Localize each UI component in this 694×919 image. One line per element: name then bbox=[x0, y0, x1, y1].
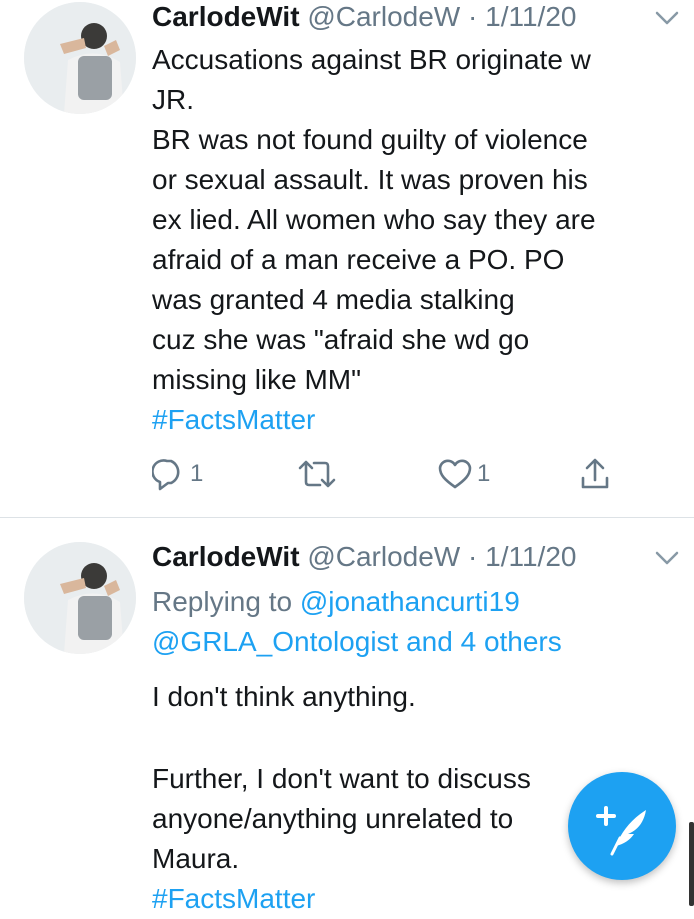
meta-separator: · bbox=[468, 1, 478, 32]
tweet-date[interactable]: 1/11/20 bbox=[485, 1, 576, 32]
hashtag-link[interactable]: #FactsMatter bbox=[152, 879, 672, 919]
tweet-actions: 1 1 bbox=[0, 452, 694, 496]
avatar[interactable] bbox=[24, 542, 136, 654]
tweet-date[interactable]: 1/11/20 bbox=[485, 541, 576, 572]
mention-link[interactable]: @jonathancurti19 bbox=[300, 586, 520, 617]
avatar[interactable] bbox=[24, 2, 136, 114]
like-button[interactable]: 1 bbox=[437, 456, 490, 492]
tweet-text: Accusations against BR originate w JR. B… bbox=[152, 40, 672, 440]
scrollbar[interactable] bbox=[689, 822, 694, 906]
meta-separator: · bbox=[468, 541, 478, 572]
retweet-button[interactable] bbox=[294, 456, 340, 492]
author-name[interactable]: CarlodeWit bbox=[152, 541, 300, 572]
hashtag-link[interactable]: #FactsMatter bbox=[152, 400, 672, 440]
tweet-header: CarlodeWit @CarlodeW · 1/11/20 bbox=[152, 540, 576, 574]
chevron-down-icon[interactable] bbox=[652, 548, 682, 568]
reply-button[interactable]: 1 bbox=[152, 456, 203, 492]
author-handle[interactable]: @CarlodeW bbox=[307, 1, 460, 32]
tweet-body: Accusations against BR originate w JR. B… bbox=[152, 44, 596, 395]
like-count: 1 bbox=[477, 460, 491, 487]
mention-others-link[interactable]: @GRLA_Ontologist and 4 others bbox=[152, 622, 672, 662]
compose-feather-icon bbox=[568, 772, 676, 880]
compose-button[interactable] bbox=[568, 772, 676, 880]
tweet-body-paragraph-1: I don't think anything. bbox=[152, 681, 416, 712]
author-handle[interactable]: @CarlodeW bbox=[307, 541, 460, 572]
replying-to-line: Replying to @jonathancurti19 bbox=[152, 582, 672, 622]
reply-count: 1 bbox=[190, 460, 204, 487]
author-name[interactable]: CarlodeWit bbox=[152, 1, 300, 32]
share-button[interactable] bbox=[578, 456, 612, 492]
chevron-down-icon[interactable] bbox=[652, 8, 682, 28]
replying-prefix: Replying to bbox=[152, 586, 293, 617]
tweet-header: CarlodeWit @CarlodeW · 1/11/20 bbox=[152, 0, 576, 34]
tweet-1[interactable]: CarlodeWit @CarlodeW · 1/11/20 Accusatio… bbox=[0, 0, 694, 517]
